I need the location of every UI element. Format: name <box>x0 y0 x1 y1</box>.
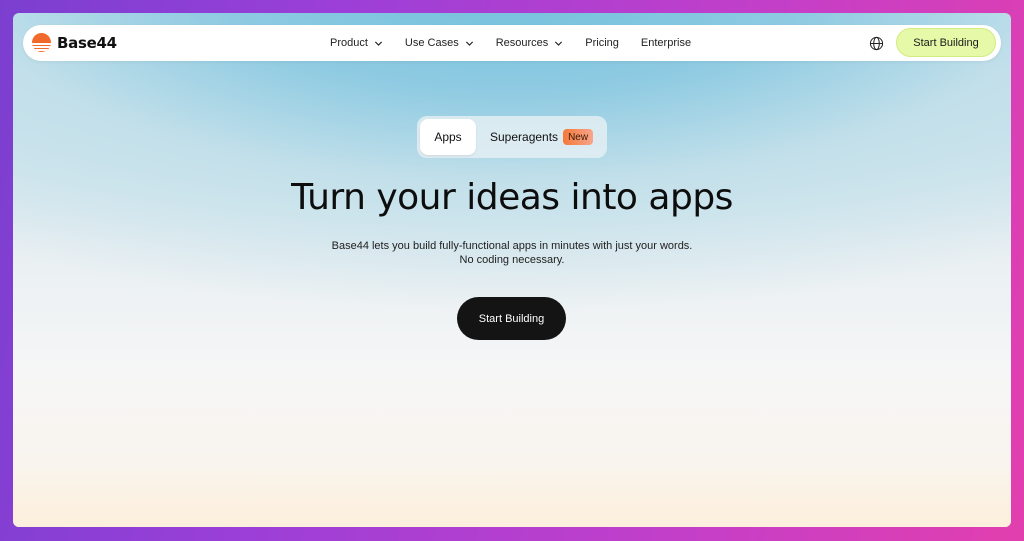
browser-viewport: Base44 Product Use Cases Resources Prici… <box>13 13 1011 527</box>
hero-start-building-button[interactable]: Start Building <box>457 297 566 340</box>
chevron-down-icon <box>465 40 473 46</box>
nav-item-label: Resources <box>495 37 549 49</box>
nav-item-product[interactable]: Product <box>330 37 383 49</box>
nav-item-use-cases[interactable]: Use Cases <box>405 37 474 49</box>
nav-start-building-button[interactable]: Start Building <box>896 28 996 57</box>
chevron-down-icon <box>374 40 382 46</box>
globe-icon[interactable] <box>869 36 884 51</box>
base44-logo-icon <box>32 33 51 52</box>
nav-item-label: Product <box>330 37 368 49</box>
hero-title: Turn your ideas into apps <box>291 177 733 218</box>
brand-logo[interactable]: Base44 <box>32 33 117 52</box>
brand-name: Base44 <box>57 33 117 52</box>
hero-subtitle-line-1: Base44 lets you build fully-functional a… <box>331 240 693 252</box>
hero-subtitle: Base44 lets you build fully-functional a… <box>13 239 1011 267</box>
nav-item-resources[interactable]: Resources <box>496 37 564 49</box>
product-toggle: Apps Superagents New <box>417 116 607 158</box>
tab-apps[interactable]: Apps <box>420 119 476 155</box>
hero-subtitle-line-2: No coding necessary. <box>459 254 565 266</box>
nav-item-label: Pricing <box>585 37 619 49</box>
nav-item-label: Use Cases <box>404 37 459 49</box>
tab-superagents[interactable]: Superagents New <box>490 119 594 155</box>
nav-item-enterprise[interactable]: Enterprise <box>641 37 691 49</box>
main-nav: Product Use Cases Resources Pricing Ente… <box>330 25 713 61</box>
top-navbar: Base44 Product Use Cases Resources Prici… <box>23 25 1001 61</box>
new-badge: New <box>563 129 594 145</box>
nav-item-pricing[interactable]: Pricing <box>585 37 619 49</box>
tab-superagents-label: Superagents <box>490 130 559 144</box>
chevron-down-icon <box>555 40 563 46</box>
nav-item-label: Enterprise <box>640 37 692 49</box>
